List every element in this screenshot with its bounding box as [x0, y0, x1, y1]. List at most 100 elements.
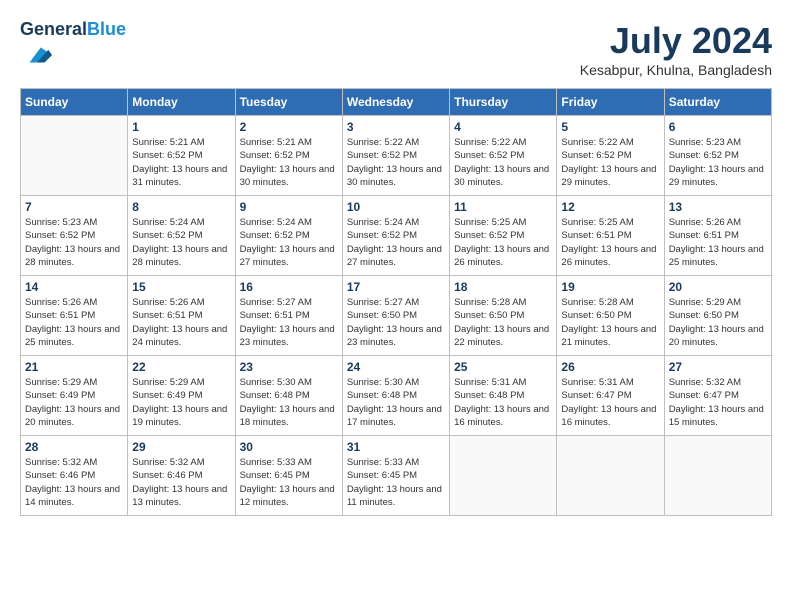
- week-row-3: 21 Sunrise: 5:29 AMSunset: 6:49 PMDayligh…: [21, 356, 772, 436]
- day-info: Sunrise: 5:23 AMSunset: 6:52 PMDaylight:…: [669, 136, 767, 189]
- day-cell: [21, 116, 128, 196]
- day-cell: 11Sunrise: 5:25 AMSunset: 6:52 PMDayligh…: [450, 196, 557, 276]
- logo-icon: [22, 40, 52, 70]
- day-cell: 17 Sunrise: 5:27 AMSunset: 6:50 PMDayligh…: [342, 276, 449, 356]
- day-number: 12: [561, 200, 659, 214]
- day-number: 14: [25, 280, 123, 294]
- day-cell: 24 Sunrise: 5:30 AMSunset: 6:48 PMDayligh…: [342, 356, 449, 436]
- day-number: 7: [25, 200, 123, 214]
- day-number: 21: [25, 360, 123, 374]
- day-info: Sunrise: 5:27 AMSunset: 6:50 PMDaylight:…: [347, 296, 445, 349]
- day-info: Sunrise: 5:32 AMSunset: 6:46 PMDaylight:…: [132, 456, 230, 509]
- day-info: Sunrise: 5:24 AMSunset: 6:52 PMDaylight:…: [347, 216, 445, 269]
- day-number: 19: [561, 280, 659, 294]
- day-number: 4: [454, 120, 552, 134]
- day-info: Sunrise: 5:30 AMSunset: 6:48 PMDaylight:…: [347, 376, 445, 429]
- day-number: 23: [240, 360, 338, 374]
- day-info: Sunrise: 5:22 AMSunset: 6:52 PMDaylight:…: [347, 136, 445, 189]
- day-cell: 18Sunrise: 5:28 AMSunset: 6:50 PMDayligh…: [450, 276, 557, 356]
- day-cell: 1 Sunrise: 5:21 AMSunset: 6:52 PMDaylight…: [128, 116, 235, 196]
- day-cell: 10 Sunrise: 5:24 AMSunset: 6:52 PMDayligh…: [342, 196, 449, 276]
- week-row-0: 1 Sunrise: 5:21 AMSunset: 6:52 PMDaylight…: [21, 116, 772, 196]
- day-cell: 21 Sunrise: 5:29 AMSunset: 6:49 PMDayligh…: [21, 356, 128, 436]
- day-number: 13: [669, 200, 767, 214]
- header-cell-wednesday: Wednesday: [342, 89, 449, 116]
- day-info: Sunrise: 5:30 AMSunset: 6:48 PMDaylight:…: [240, 376, 338, 429]
- day-info: Sunrise: 5:26 AMSunset: 6:51 PMDaylight:…: [132, 296, 230, 349]
- day-info: Sunrise: 5:21 AMSunset: 6:52 PMDaylight:…: [240, 136, 338, 189]
- day-info: Sunrise: 5:32 AMSunset: 6:46 PMDaylight:…: [25, 456, 123, 509]
- day-number: 2: [240, 120, 338, 134]
- day-info: Sunrise: 5:21 AMSunset: 6:52 PMDaylight:…: [132, 136, 230, 189]
- day-cell: 20 Sunrise: 5:29 AMSunset: 6:50 PMDayligh…: [664, 276, 771, 356]
- day-number: 17: [347, 280, 445, 294]
- title-block: July 2024 Kesabpur, Khulna, Bangladesh: [580, 20, 772, 78]
- day-cell: 16 Sunrise: 5:27 AMSunset: 6:51 PMDayligh…: [235, 276, 342, 356]
- header-cell-sunday: Sunday: [21, 89, 128, 116]
- day-number: 27: [669, 360, 767, 374]
- day-number: 3: [347, 120, 445, 134]
- location: Kesabpur, Khulna, Bangladesh: [580, 62, 772, 78]
- day-number: 26: [561, 360, 659, 374]
- day-number: 10: [347, 200, 445, 214]
- week-row-4: 28 Sunrise: 5:32 AMSunset: 6:46 PMDayligh…: [21, 436, 772, 516]
- day-cell: 19Sunrise: 5:28 AMSunset: 6:50 PMDayligh…: [557, 276, 664, 356]
- day-number: 8: [132, 200, 230, 214]
- day-cell: 2 Sunrise: 5:21 AMSunset: 6:52 PMDaylight…: [235, 116, 342, 196]
- day-number: 25: [454, 360, 552, 374]
- day-number: 30: [240, 440, 338, 454]
- day-info: Sunrise: 5:23 AMSunset: 6:52 PMDaylight:…: [25, 216, 123, 269]
- day-cell: [450, 436, 557, 516]
- calendar-table: SundayMondayTuesdayWednesdayThursdayFrid…: [20, 88, 772, 516]
- day-number: 15: [132, 280, 230, 294]
- day-cell: 29Sunrise: 5:32 AMSunset: 6:46 PMDayligh…: [128, 436, 235, 516]
- day-number: 31: [347, 440, 445, 454]
- day-info: Sunrise: 5:33 AMSunset: 6:45 PMDaylight:…: [347, 456, 445, 509]
- day-cell: 27 Sunrise: 5:32 AMSunset: 6:47 PMDayligh…: [664, 356, 771, 436]
- day-cell: 9Sunrise: 5:24 AMSunset: 6:52 PMDaylight…: [235, 196, 342, 276]
- day-info: Sunrise: 5:25 AMSunset: 6:51 PMDaylight:…: [561, 216, 659, 269]
- day-cell: 22Sunrise: 5:29 AMSunset: 6:49 PMDayligh…: [128, 356, 235, 436]
- header-row: SundayMondayTuesdayWednesdayThursdayFrid…: [21, 89, 772, 116]
- month-year: July 2024: [580, 20, 772, 62]
- day-info: Sunrise: 5:24 AMSunset: 6:52 PMDaylight:…: [240, 216, 338, 269]
- day-number: 18: [454, 280, 552, 294]
- day-cell: 13 Sunrise: 5:26 AMSunset: 6:51 PMDayligh…: [664, 196, 771, 276]
- day-cell: 4 Sunrise: 5:22 AMSunset: 6:52 PMDaylight…: [450, 116, 557, 196]
- header-cell-monday: Monday: [128, 89, 235, 116]
- day-info: Sunrise: 5:29 AMSunset: 6:49 PMDaylight:…: [25, 376, 123, 429]
- day-info: Sunrise: 5:31 AMSunset: 6:47 PMDaylight:…: [561, 376, 659, 429]
- day-number: 16: [240, 280, 338, 294]
- day-info: Sunrise: 5:31 AMSunset: 6:48 PMDaylight:…: [454, 376, 552, 429]
- day-cell: 15 Sunrise: 5:26 AMSunset: 6:51 PMDayligh…: [128, 276, 235, 356]
- day-info: Sunrise: 5:26 AMSunset: 6:51 PMDaylight:…: [669, 216, 767, 269]
- day-cell: 28 Sunrise: 5:32 AMSunset: 6:46 PMDayligh…: [21, 436, 128, 516]
- day-cell: 14 Sunrise: 5:26 AMSunset: 6:51 PMDayligh…: [21, 276, 128, 356]
- day-info: Sunrise: 5:22 AMSunset: 6:52 PMDaylight:…: [454, 136, 552, 189]
- day-number: 24: [347, 360, 445, 374]
- day-cell: 23 Sunrise: 5:30 AMSunset: 6:48 PMDayligh…: [235, 356, 342, 436]
- day-cell: 8 Sunrise: 5:24 AMSunset: 6:52 PMDaylight…: [128, 196, 235, 276]
- week-row-2: 14 Sunrise: 5:26 AMSunset: 6:51 PMDayligh…: [21, 276, 772, 356]
- day-info: Sunrise: 5:29 AMSunset: 6:50 PMDaylight:…: [669, 296, 767, 349]
- day-cell: [557, 436, 664, 516]
- day-number: 5: [561, 120, 659, 134]
- header-cell-tuesday: Tuesday: [235, 89, 342, 116]
- page-header: GeneralBlue July 2024 Kesabpur, Khulna, …: [20, 20, 772, 78]
- day-info: Sunrise: 5:32 AMSunset: 6:47 PMDaylight:…: [669, 376, 767, 429]
- day-cell: 31 Sunrise: 5:33 AMSunset: 6:45 PMDayligh…: [342, 436, 449, 516]
- header-cell-friday: Friday: [557, 89, 664, 116]
- day-number: 1: [132, 120, 230, 134]
- day-cell: 26 Sunrise: 5:31 AMSunset: 6:47 PMDayligh…: [557, 356, 664, 436]
- day-info: Sunrise: 5:22 AMSunset: 6:52 PMDaylight:…: [561, 136, 659, 189]
- day-number: 20: [669, 280, 767, 294]
- logo-text: GeneralBlue: [20, 20, 126, 40]
- day-number: 6: [669, 120, 767, 134]
- day-info: Sunrise: 5:26 AMSunset: 6:51 PMDaylight:…: [25, 296, 123, 349]
- day-info: Sunrise: 5:24 AMSunset: 6:52 PMDaylight:…: [132, 216, 230, 269]
- week-row-1: 7 Sunrise: 5:23 AMSunset: 6:52 PMDaylight…: [21, 196, 772, 276]
- day-info: Sunrise: 5:27 AMSunset: 6:51 PMDaylight:…: [240, 296, 338, 349]
- day-number: 28: [25, 440, 123, 454]
- day-cell: 12 Sunrise: 5:25 AMSunset: 6:51 PMDayligh…: [557, 196, 664, 276]
- day-cell: 5 Sunrise: 5:22 AMSunset: 6:52 PMDaylight…: [557, 116, 664, 196]
